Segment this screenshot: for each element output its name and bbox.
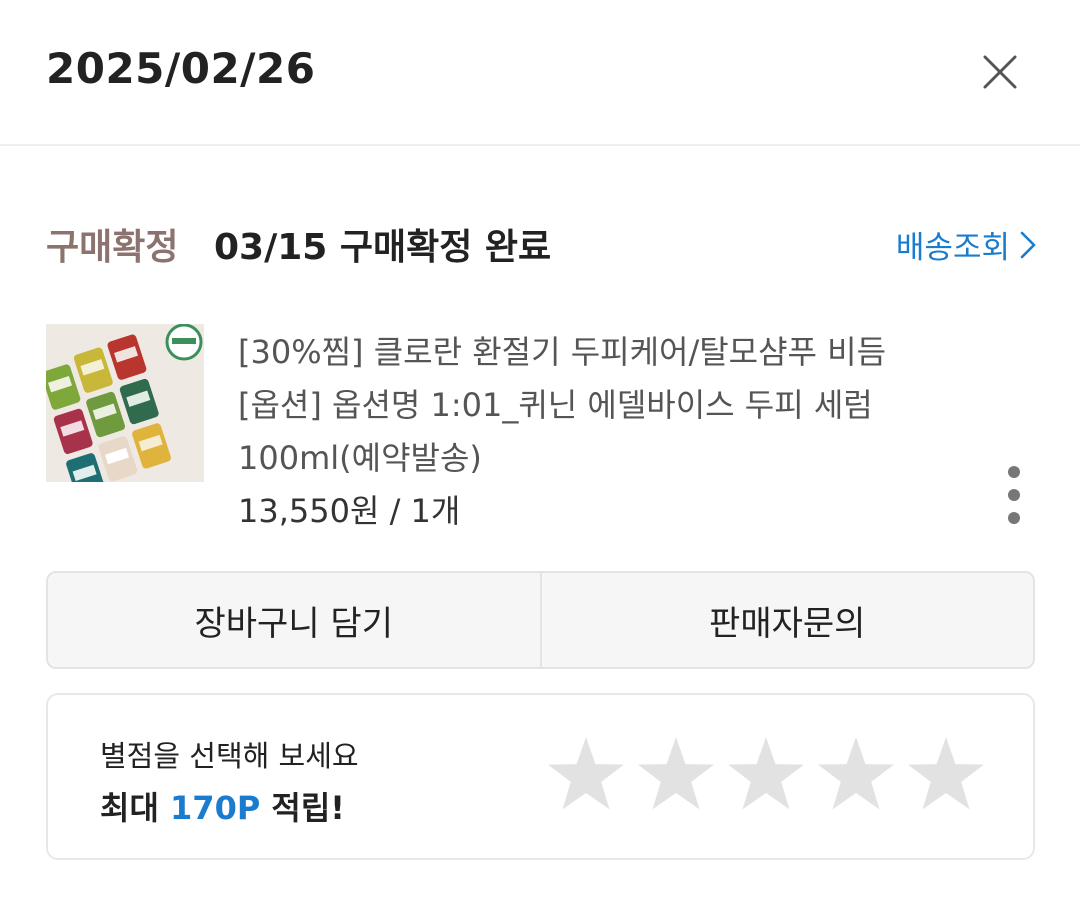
more-vertical-icon bbox=[1008, 466, 1020, 478]
more-vertical-icon-dot bbox=[1008, 489, 1020, 501]
product-name: [30%찜] 클로란 환절기 두피케어/탈모샴푸 비듬 bbox=[238, 333, 887, 371]
rating-reward: 최대 170P 적립! bbox=[100, 783, 345, 829]
order-date: 2025/02/26 bbox=[46, 44, 316, 93]
delivery-tracking-link[interactable]: 배송조회 bbox=[896, 222, 1036, 267]
more-options-button[interactable] bbox=[1002, 466, 1026, 524]
star-icon-5[interactable] bbox=[904, 733, 988, 817]
rating-prompt: 별점을 선택해 보세요 bbox=[100, 739, 359, 773]
close-icon bbox=[983, 55, 1017, 89]
star-icon-4[interactable] bbox=[814, 733, 898, 817]
product-image bbox=[46, 324, 204, 482]
header: 2025/02/26 bbox=[0, 0, 1080, 146]
status-text: 03/15 구매확정 완료 bbox=[214, 227, 552, 268]
order-status-row: 구매확정 03/15 구매확정 완료 배송조회 bbox=[46, 214, 1036, 270]
star-icon-3[interactable] bbox=[724, 733, 808, 817]
close-button[interactable] bbox=[972, 44, 1028, 100]
product-option-detail: 100ml(예약발송) bbox=[238, 439, 482, 477]
product-item: [30%찜] 클로란 환절기 두피케어/탈모샴푸 비듬 [옵션] 옵션명 1:0… bbox=[46, 324, 1036, 530]
star-rating bbox=[544, 733, 988, 817]
action-button-group: 장바구니 담기 판매자문의 bbox=[46, 571, 1035, 669]
reward-prefix: 최대 bbox=[100, 789, 171, 827]
star-icon-1[interactable] bbox=[544, 733, 628, 817]
chevron-right-icon bbox=[1020, 231, 1036, 258]
delivery-tracking-label: 배송조회 bbox=[895, 230, 1010, 266]
star-icon-2[interactable] bbox=[634, 733, 718, 817]
reward-points: 170P bbox=[170, 789, 261, 827]
status-label: 구매확정 bbox=[46, 227, 179, 268]
rating-box: 별점을 선택해 보세요 최대 170P 적립! bbox=[46, 693, 1035, 860]
product-option: [옵션] 옵션명 1:01_퀴닌 에델바이스 두피 세럼 bbox=[238, 386, 873, 424]
product-info[interactable]: [30%찜] 클로란 환절기 두피케어/탈모샴푸 비듬 [옵션] 옵션명 1:0… bbox=[238, 326, 978, 538]
product-thumbnail[interactable] bbox=[46, 324, 204, 482]
add-to-cart-button[interactable]: 장바구니 담기 bbox=[48, 573, 540, 667]
more-vertical-icon-dot bbox=[1008, 512, 1020, 524]
seller-inquiry-button[interactable]: 판매자문의 bbox=[539, 573, 1034, 667]
reward-suffix: 적립! bbox=[260, 789, 345, 827]
product-price-quantity: 13,550원 / 1개 bbox=[238, 492, 461, 530]
